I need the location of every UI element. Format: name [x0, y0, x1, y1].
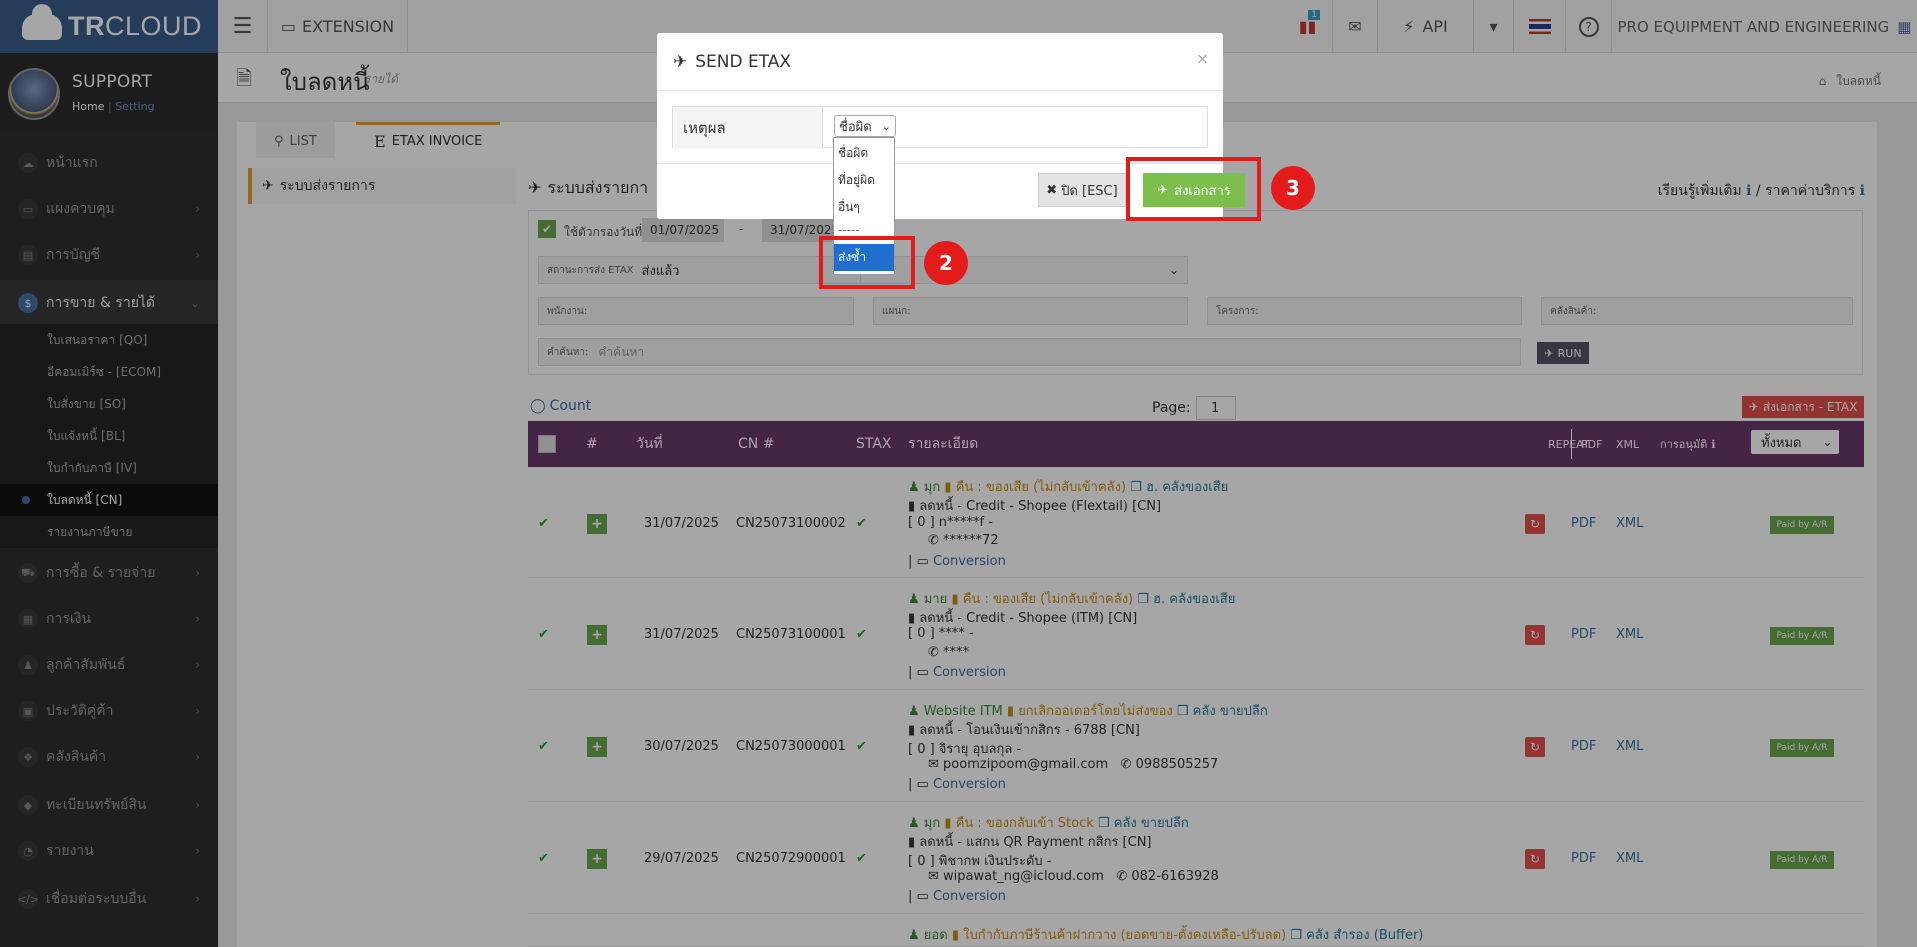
- reason-row: เหตุผล: [672, 106, 1208, 149]
- reason-option-wrong-address[interactable]: ที่อยู่ผิด: [834, 167, 894, 194]
- annotation-box-3: [1126, 157, 1261, 221]
- close-icon[interactable]: ×: [1196, 49, 1209, 68]
- reason-label: เหตุผล: [673, 107, 823, 149]
- reason-option-wrong-name[interactable]: ชื่อผิด: [834, 140, 894, 167]
- close-icon: ✖: [1046, 182, 1058, 198]
- reason-select[interactable]: ชื่อผิด ⌄: [834, 115, 896, 137]
- reason-option-other[interactable]: อื่นๆ: [834, 194, 894, 221]
- modal-title: SEND ETAX: [695, 51, 792, 72]
- chevron-down-icon: ⌄: [881, 119, 891, 133]
- annotation-box-2: [819, 236, 915, 289]
- modal-header: ✈ SEND ETAX: [657, 33, 1223, 91]
- close-esc-button[interactable]: ✖ ปิด [ESC]: [1038, 173, 1126, 207]
- paper-plane-icon: ✈: [673, 51, 688, 72]
- annotation-badge-3: 3: [1271, 166, 1315, 210]
- annotation-badge-2: 2: [924, 241, 968, 285]
